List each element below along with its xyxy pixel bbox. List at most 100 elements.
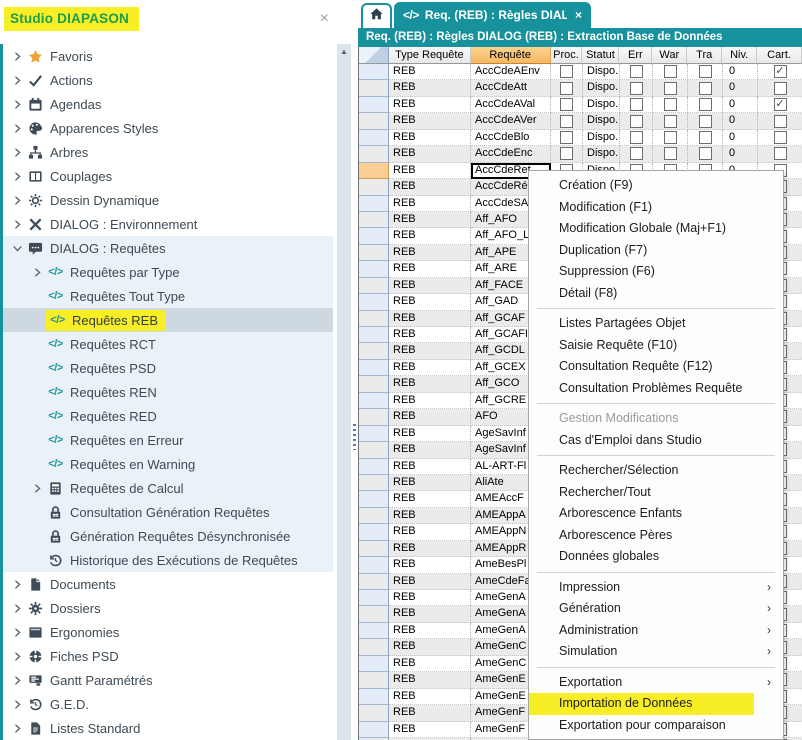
row-selector[interactable] (359, 278, 389, 294)
menu-item-exportation-pour-comparaison[interactable]: Exportation pour comparaison (529, 715, 783, 737)
table-row[interactable]: REBAccCdeEncDispo.0 (359, 146, 802, 162)
menu-item-rechercher-tout[interactable]: Rechercher/Tout (529, 482, 783, 504)
sidebar-item-consultation-g-n-ration-requ-tes[interactable]: Consultation Génération Requêtes (3, 500, 333, 524)
sidebar-item-agendas[interactable]: Agendas (3, 92, 333, 116)
sidebar-item-apparences-styles[interactable]: Apparences Styles (3, 116, 333, 140)
column-header-proc[interactable]: Proc. (551, 47, 583, 64)
war-checkbox[interactable] (664, 82, 677, 95)
sidebar-scrollbar[interactable]: ▲ (337, 44, 351, 740)
err-checkbox[interactable] (630, 82, 643, 95)
row-selector[interactable] (359, 639, 389, 655)
table-row[interactable]: REBAccCdeAValDispo.0✓ (359, 97, 802, 113)
row-selector[interactable] (359, 163, 389, 179)
tab-home[interactable] (361, 3, 392, 28)
row-selector[interactable] (359, 327, 389, 343)
menu-item-cr-ation-f9[interactable]: Création (F9) (529, 175, 783, 197)
chevron-down-icon[interactable] (8, 243, 26, 254)
row-selector[interactable] (359, 574, 389, 590)
column-header-requete[interactable]: Requête (471, 47, 551, 64)
proc-checkbox[interactable] (560, 65, 573, 78)
cart-checkbox[interactable] (774, 131, 787, 144)
menu-item-cas-d-emploi-dans-studio[interactable]: Cas d'Emploi dans Studio (529, 430, 783, 452)
tab-active[interactable]: </> Req. (REB) : Règles DIAL... × (394, 2, 591, 28)
err-checkbox[interactable] (630, 115, 643, 128)
row-selector[interactable] (359, 393, 389, 409)
column-header-statut[interactable]: Statut (582, 47, 619, 64)
sidebar-item-gantt-param-tr-s[interactable]: Gantt Paramétrés (3, 668, 333, 692)
sidebar-item-requ-tes-reb[interactable]: </>Requêtes REB (3, 308, 333, 332)
table-row[interactable]: REBAccCdeAVerDispo.0 (359, 113, 802, 129)
sidebar-item-dialog-requ-tes[interactable]: DIALOG : Requêtes (3, 236, 333, 260)
row-selector[interactable] (359, 524, 389, 540)
sidebar-item-requ-tes-rct[interactable]: </>Requêtes RCT (3, 332, 333, 356)
sidebar-item-g-n-ration-requ-tes-d-synchronis-e[interactable]: Génération Requêtes Désynchronisée (3, 524, 333, 548)
war-checkbox[interactable] (664, 98, 677, 111)
row-selector[interactable] (359, 475, 389, 491)
table-row[interactable]: REBAccCdeAttDispo.0 (359, 80, 802, 96)
row-selector[interactable] (359, 491, 389, 507)
sidebar-item-actions[interactable]: Actions (3, 68, 333, 92)
tra-checkbox[interactable] (699, 82, 712, 95)
column-header-type[interactable]: Type Requête (389, 47, 471, 64)
row-selector[interactable] (359, 722, 389, 738)
row-selector[interactable] (359, 261, 389, 277)
row-selector[interactable] (359, 179, 389, 195)
proc-checkbox[interactable] (560, 115, 573, 128)
chevron-right-icon[interactable] (8, 99, 26, 110)
row-selector[interactable] (359, 228, 389, 244)
cart-checkbox-checked[interactable]: ✓ (774, 98, 787, 111)
sidebar-item-requ-tes-red[interactable]: </>Requêtes RED (3, 404, 333, 428)
menu-item-arborescence-enfants[interactable]: Arborescence Enfants (529, 503, 783, 525)
menu-item-importation-de-donn-es[interactable]: Importation de Données (529, 693, 783, 715)
sidebar-item-dossiers[interactable]: Dossiers (3, 596, 333, 620)
sidebar-item-g-e-d[interactable]: G.E.D. (3, 692, 333, 716)
menu-item-consultation-requ-te-f12[interactable]: Consultation Requête (F12) (529, 356, 783, 378)
war-checkbox[interactable] (664, 65, 677, 78)
chevron-right-icon[interactable] (8, 219, 26, 230)
cart-checkbox[interactable] (774, 115, 787, 128)
proc-checkbox[interactable] (560, 131, 573, 144)
menu-item-impression[interactable]: Impression› (529, 577, 783, 599)
cart-checkbox[interactable] (774, 82, 787, 95)
column-header-err[interactable]: Err (619, 47, 652, 64)
sidebar-item-fiches-psd[interactable]: Fiches PSD (3, 644, 333, 668)
tra-checkbox[interactable] (699, 65, 712, 78)
row-selector[interactable] (359, 557, 389, 573)
chevron-right-icon[interactable] (8, 579, 26, 590)
row-selector[interactable] (359, 508, 389, 524)
chevron-right-icon[interactable] (8, 723, 26, 734)
proc-checkbox[interactable] (560, 98, 573, 111)
row-selector[interactable] (359, 212, 389, 228)
row-selector[interactable] (359, 606, 389, 622)
menu-item-suppression-f6[interactable]: Suppression (F6) (529, 261, 783, 283)
menu-item-arborescence-p-res[interactable]: Arborescence Pères (529, 525, 783, 547)
menu-item-modification-f1[interactable]: Modification (F1) (529, 197, 783, 219)
row-selector[interactable] (359, 409, 389, 425)
chevron-right-icon[interactable] (8, 603, 26, 614)
column-header-tra[interactable]: Tra (687, 47, 722, 64)
tab-close-icon[interactable]: × (575, 8, 582, 22)
menu-item-donn-es-globales[interactable]: Données globales (529, 546, 783, 568)
sidebar-item-requ-tes-tout-type[interactable]: </>Requêtes Tout Type (3, 284, 333, 308)
menu-item-exportation[interactable]: Exportation› (529, 672, 783, 694)
cart-checkbox-checked[interactable]: ✓ (774, 65, 787, 78)
sidebar-item-dessin-dynamique[interactable]: Dessin Dynamique (3, 188, 333, 212)
row-selector[interactable] (359, 459, 389, 475)
chevron-right-icon[interactable] (8, 51, 26, 62)
sidebar-item-arbres[interactable]: Arbres (3, 140, 333, 164)
sidebar-item-requ-tes-de-calcul[interactable]: Requêtes de Calcul (3, 476, 333, 500)
war-checkbox[interactable] (664, 115, 677, 128)
err-checkbox[interactable] (630, 65, 643, 78)
chevron-right-icon[interactable] (8, 171, 26, 182)
chevron-right-icon[interactable] (8, 699, 26, 710)
sidebar-item-documents[interactable]: Documents (3, 572, 333, 596)
menu-item-modification-globale-maj-f1[interactable]: Modification Globale (Maj+F1) (529, 218, 783, 240)
chevron-right-icon[interactable] (8, 627, 26, 638)
menu-item-simulation[interactable]: Simulation› (529, 641, 783, 663)
tra-checkbox[interactable] (699, 98, 712, 111)
scroll-up-icon[interactable]: ▲ (337, 47, 351, 56)
sidebar-item-requ-tes-en-erreur[interactable]: </>Requêtes en Erreur (3, 428, 333, 452)
war-checkbox[interactable] (664, 147, 677, 160)
menu-item-listes-partag-es-objet[interactable]: Listes Partagées Objet (529, 313, 783, 335)
row-selector[interactable] (359, 311, 389, 327)
